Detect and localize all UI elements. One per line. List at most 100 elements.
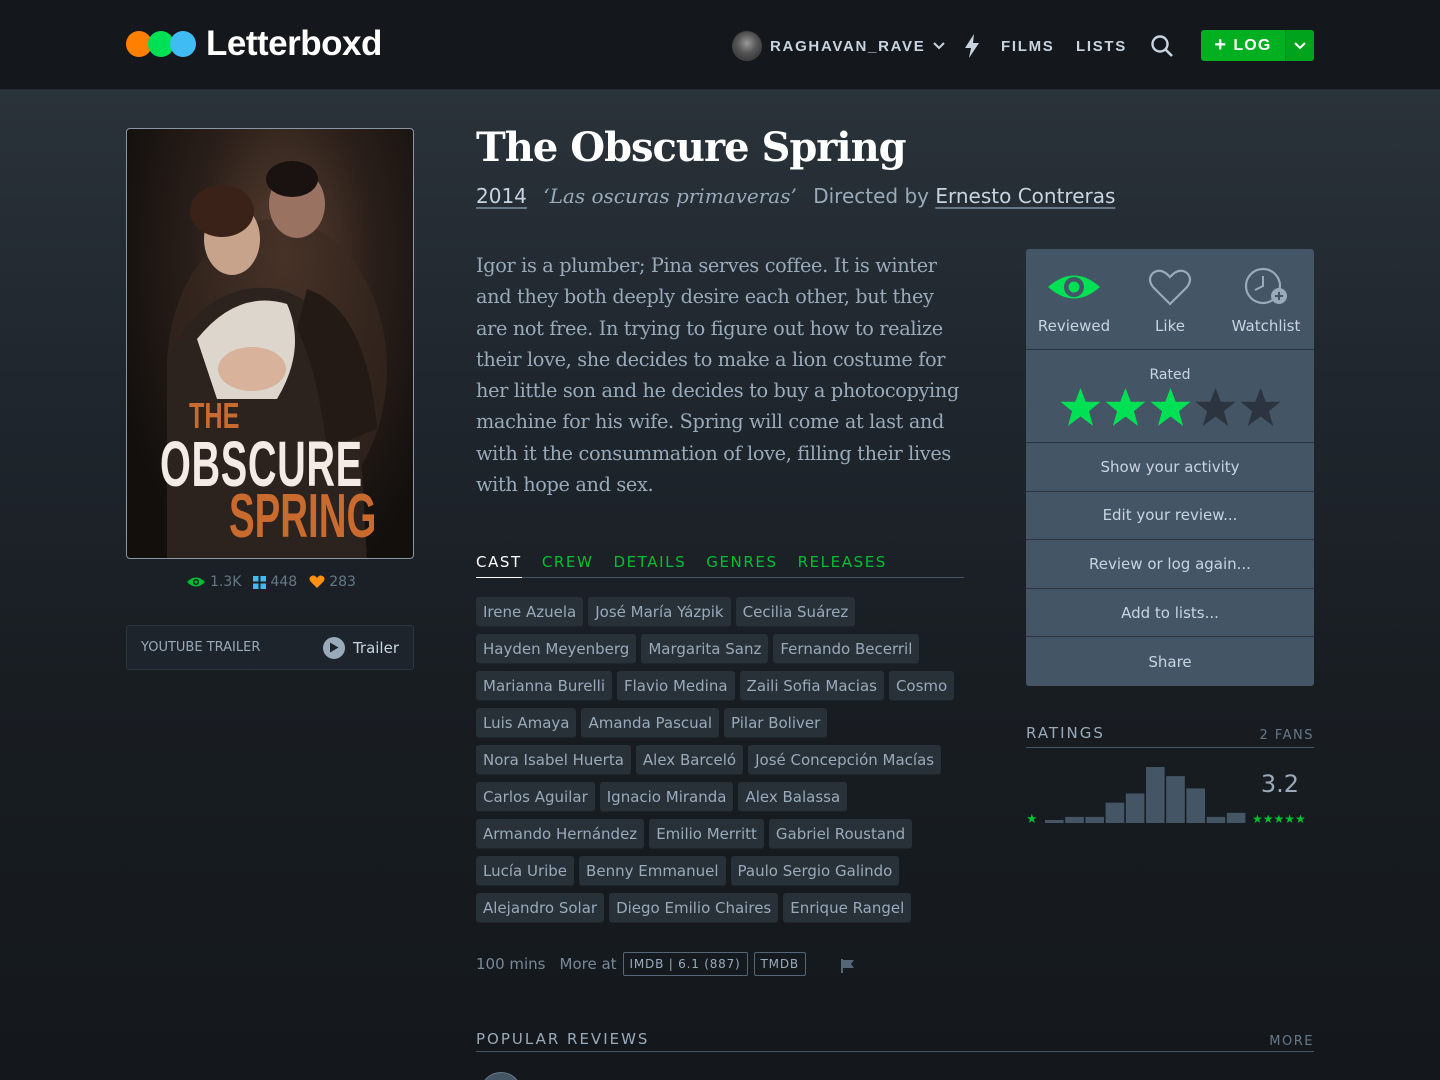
cast-member-chip[interactable]: Paulo Sergio Galindo: [730, 856, 900, 886]
cast-member-chip[interactable]: Ignacio Miranda: [599, 782, 734, 812]
logo-dot-blue: [170, 31, 196, 57]
film-poster[interactable]: THE OBSCURE SPRING: [126, 128, 414, 559]
cast-member-chip[interactable]: Luis Amaya: [476, 708, 577, 738]
star-filled-icon[interactable]: [1149, 387, 1192, 431]
report-flag-icon[interactable]: [840, 958, 856, 978]
tab-genres[interactable]: GENRES: [706, 553, 777, 577]
film-title: The Obscure Spring: [476, 124, 907, 171]
chevron-down-icon: [933, 42, 946, 50]
tab-cast[interactable]: CAST: [476, 553, 522, 578]
cast-member-chip[interactable]: José Concepción Macías: [748, 745, 942, 775]
cast-member-chip[interactable]: Fernando Becerril: [773, 634, 920, 664]
cast-member-chip[interactable]: Gabriel Roustand: [768, 819, 913, 849]
add-to-lists-button[interactable]: Add to lists...: [1026, 589, 1314, 638]
tab-releases[interactable]: RELEASES: [798, 553, 887, 577]
histogram-bar[interactable]: [1186, 788, 1205, 823]
cast-member-chip[interactable]: Alex Barceló: [635, 745, 744, 775]
histogram-bar[interactable]: [1166, 776, 1185, 823]
tab-crew[interactable]: CREW: [542, 553, 594, 577]
cast-member-chip[interactable]: Flavio Medina: [617, 671, 735, 701]
cast-member-chip[interactable]: Carlos Aguilar: [476, 782, 595, 812]
cast-member-chip[interactable]: Zaili Sofia Macias: [739, 671, 884, 701]
histogram-bar[interactable]: [1146, 767, 1165, 823]
director-link[interactable]: Ernesto Contreras: [935, 184, 1115, 208]
watchlist-button[interactable]: Watchlist: [1221, 267, 1311, 349]
tab-details[interactable]: DETAILS: [613, 553, 686, 577]
cast-member-chip[interactable]: Marianna Burelli: [476, 671, 612, 701]
username: RAGHAVAN_RAVE: [770, 37, 926, 55]
log-label: LOG: [1233, 36, 1272, 54]
cast-member-chip[interactable]: Cecilia Suárez: [735, 597, 856, 627]
more-at-label: More at: [559, 955, 617, 973]
search-icon[interactable]: [1150, 30, 1174, 62]
cast-member-chip[interactable]: Diego Emilio Chaires: [609, 893, 779, 923]
histogram-bar[interactable]: [1206, 816, 1226, 823]
likes-stat[interactable]: 283: [309, 574, 356, 590]
log-main-button[interactable]: + LOG: [1201, 30, 1285, 61]
histogram-low-star-icon: ★: [1026, 812, 1038, 827]
show-activity-button[interactable]: Show your activity: [1026, 443, 1314, 492]
cast-member-chip[interactable]: Pilar Boliver: [724, 708, 828, 738]
watched-stat[interactable]: 1.3K: [186, 574, 241, 590]
popular-reviews-more-link[interactable]: MORE: [1269, 1034, 1314, 1051]
synopsis: Igor is a plumber; Pina serves coffee. I…: [476, 254, 959, 497]
rated-label: Rated: [1149, 367, 1191, 383]
like-button[interactable]: Like: [1125, 267, 1215, 349]
likes-count: 283: [329, 574, 356, 590]
popular-reviews-heading[interactable]: POPULAR REVIEWS: [476, 1030, 649, 1051]
histogram-bar[interactable]: [1045, 820, 1064, 823]
activity-icon[interactable]: [962, 30, 982, 62]
histogram-bar[interactable]: [1085, 816, 1104, 823]
watched-count: 1.3K: [210, 574, 242, 590]
cast-member-chip[interactable]: Enrique Rangel: [783, 893, 912, 923]
cast-member-chip[interactable]: Irene Azuela: [476, 597, 584, 627]
cast-member-chip[interactable]: Nora Isabel Huerta: [476, 745, 631, 775]
letterboxd-logo[interactable]: Letterboxd: [126, 24, 382, 63]
cast-member-chip[interactable]: Cosmo: [888, 671, 955, 701]
histogram-bar[interactable]: [1125, 793, 1145, 823]
nav-films[interactable]: FILMS: [1001, 30, 1055, 62]
cast-member-chip[interactable]: Benny Emmanuel: [579, 856, 726, 886]
eye-icon: [1047, 267, 1101, 307]
cast-member-chip[interactable]: José María Yázpik: [588, 597, 731, 627]
star-empty-icon[interactable]: [1194, 387, 1237, 431]
trailer-button-label: Trailer: [352, 638, 399, 657]
clock-plus-icon: [1243, 267, 1289, 307]
edit-review-button[interactable]: Edit your review...: [1026, 492, 1314, 541]
share-button[interactable]: Share: [1026, 637, 1314, 686]
popular-reviews-header: POPULAR REVIEWS MORE: [476, 1030, 1314, 1052]
reviewed-button[interactable]: Reviewed: [1029, 267, 1119, 349]
log-dropdown-button[interactable]: [1285, 30, 1314, 61]
histogram-bar[interactable]: [1065, 816, 1084, 823]
review-log-again-button[interactable]: Review or log again...: [1026, 540, 1314, 589]
fans-link[interactable]: 2 FANS: [1259, 728, 1314, 747]
cast-member-chip[interactable]: Hayden Meyenberg: [476, 634, 637, 664]
cast-member-chip[interactable]: Emilio Merritt: [649, 819, 764, 849]
trailer-source-label: YOUTUBE TRAILER: [141, 640, 261, 655]
rating-stars[interactable]: [1026, 387, 1314, 431]
histogram-bar[interactable]: [1105, 802, 1125, 823]
nav-lists[interactable]: LISTS: [1076, 30, 1127, 62]
trailer-box[interactable]: YOUTUBE TRAILER Trailer: [126, 625, 414, 670]
cast-member-chip[interactable]: Margarita Sanz: [641, 634, 769, 664]
tmdb-link[interactable]: TMDB: [753, 952, 806, 976]
cast-member-chip[interactable]: Amanda Pascual: [581, 708, 720, 738]
release-year-link[interactable]: 2014: [476, 184, 527, 208]
film-footer: 100 mins More at IMDB | 6.1 (887) TMDB: [476, 950, 856, 978]
histogram-bar[interactable]: [1226, 812, 1246, 823]
cast-member-chip[interactable]: Armando Hernández: [476, 819, 645, 849]
average-rating[interactable]: 3.2: [1260, 770, 1300, 798]
imdb-link[interactable]: IMDB | 6.1 (887): [622, 952, 748, 976]
ratings-heading[interactable]: RATINGS: [1026, 724, 1105, 747]
star-filled-icon[interactable]: [1059, 387, 1102, 431]
log-button[interactable]: + LOG: [1201, 30, 1314, 61]
lists-stat[interactable]: 448: [253, 574, 297, 590]
grid-icon: [253, 575, 267, 589]
cast-member-chip[interactable]: Alejandro Solar: [476, 893, 605, 923]
cast-member-chip[interactable]: Lucía Uribe: [476, 856, 575, 886]
user-menu[interactable]: RAGHAVAN_RAVE: [732, 30, 946, 62]
trailer-button[interactable]: Trailer: [322, 636, 399, 659]
star-empty-icon[interactable]: [1239, 387, 1282, 431]
cast-member-chip[interactable]: Alex Balassa: [738, 782, 848, 812]
star-filled-icon[interactable]: [1104, 387, 1147, 431]
